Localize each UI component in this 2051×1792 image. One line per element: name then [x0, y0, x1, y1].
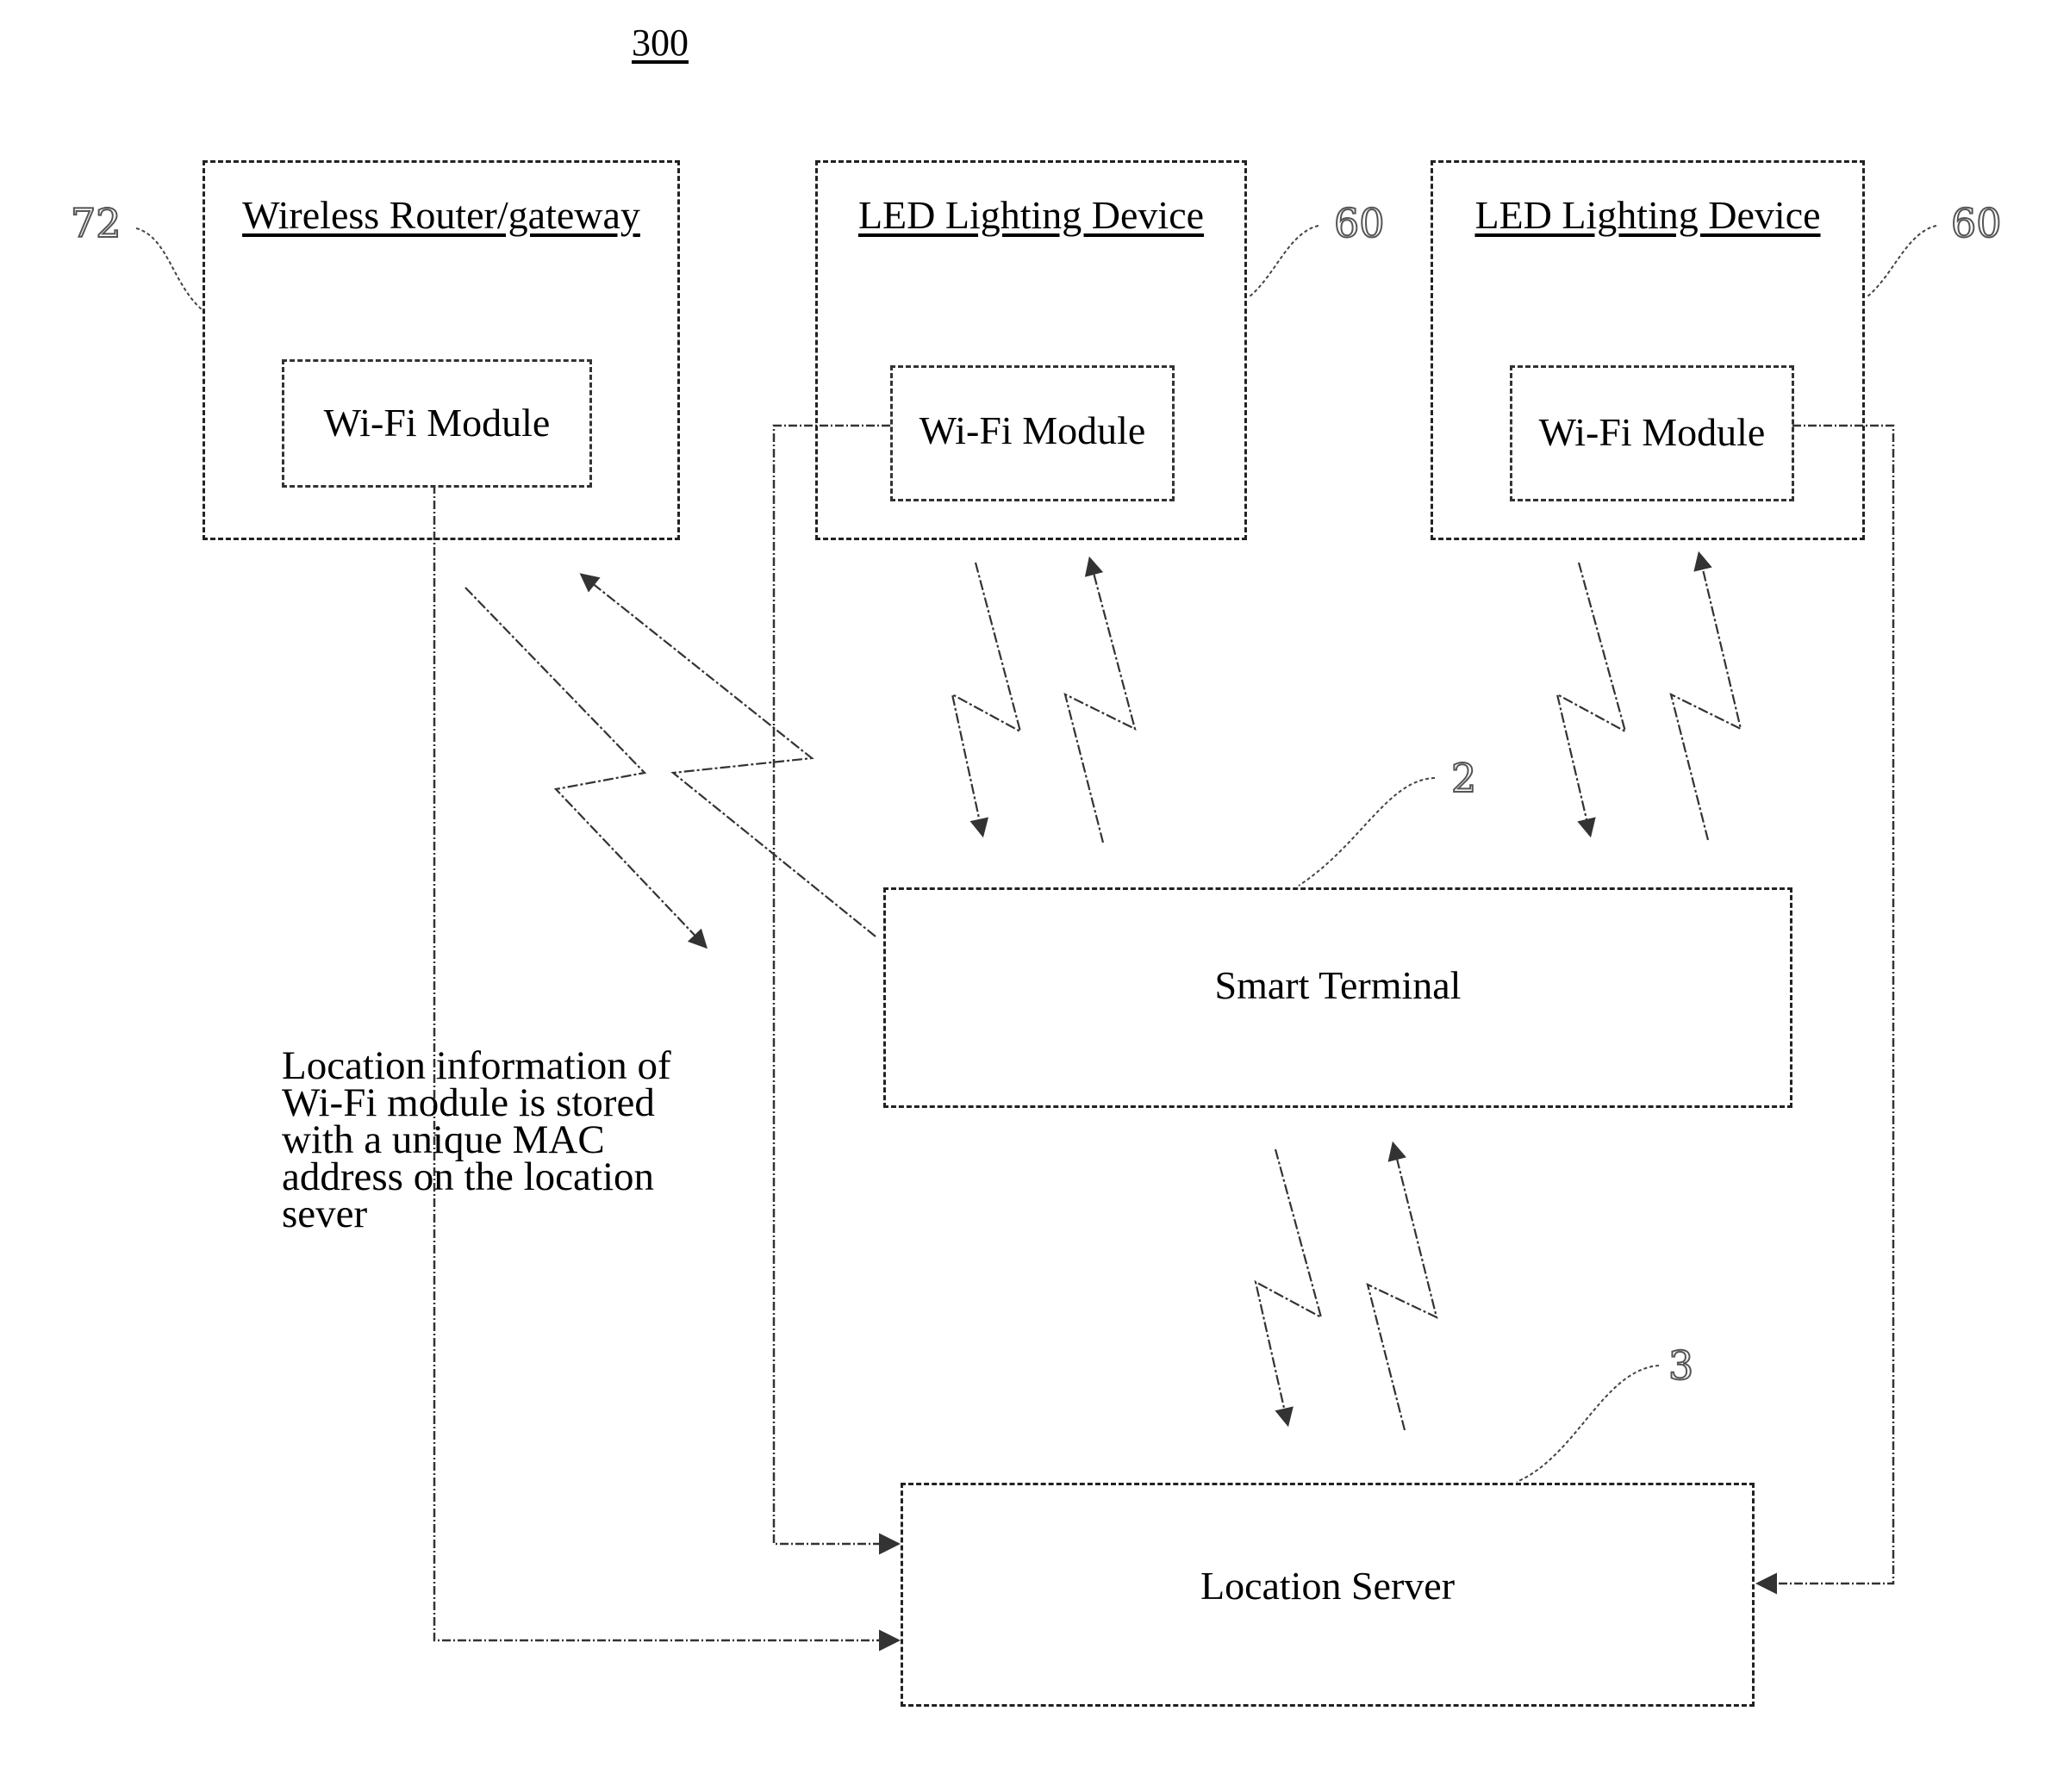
- wireless-router-title: Wireless Router/gateway: [242, 193, 640, 237]
- led-device-1-title: LED Lighting Device: [857, 193, 1205, 237]
- wireless-link-led2-up: [1669, 551, 1742, 841]
- leader-line-60-b: [1866, 225, 1937, 298]
- leader-line-60-a: [1248, 225, 1319, 298]
- led-lighting-device-box-1[interactable]: LED Lighting Device Wi-Fi Module: [815, 160, 1247, 540]
- led2-wifi-module-label: Wi-Fi Module: [1538, 410, 1766, 454]
- note-line: sever: [282, 1192, 368, 1236]
- ref-number-60-b: 60: [1950, 199, 2003, 247]
- wireless-link-led1-down: [951, 562, 1022, 838]
- ref-number-2: 2: [1450, 754, 1477, 802]
- wired-link-led1-server: [772, 424, 901, 1555]
- ref-number-60-a: 60: [1333, 199, 1386, 247]
- wireless-link-led1-up: [1063, 556, 1137, 843]
- ref-number-72: 72: [70, 199, 122, 247]
- location-server-box[interactable]: Location Server: [901, 1483, 1755, 1707]
- location-server-label: Location Server: [1200, 1564, 1456, 1608]
- led-device-2-title: LED Lighting Device: [1474, 193, 1821, 237]
- note-line: with a unique MAC: [282, 1117, 605, 1162]
- led1-wifi-module-box[interactable]: Wi-Fi Module: [890, 365, 1175, 501]
- note-line: Wi-Fi module is stored: [282, 1080, 655, 1125]
- smart-terminal-box[interactable]: Smart Terminal: [883, 887, 1792, 1108]
- smart-terminal-label: Smart Terminal: [1214, 963, 1462, 1007]
- note-line: Location information of: [282, 1043, 671, 1088]
- led2-wifi-module-box[interactable]: Wi-Fi Module: [1510, 365, 1794, 501]
- ref-number-3: 3: [1668, 1341, 1694, 1390]
- leader-line-2: [1298, 777, 1436, 887]
- leader-line-72: [135, 227, 203, 311]
- led-lighting-device-box-2[interactable]: LED Lighting Device Wi-Fi Module: [1431, 160, 1865, 540]
- wireless-link-terminal-down: [1254, 1148, 1323, 1428]
- led1-wifi-module-label: Wi-Fi Module: [919, 408, 1146, 452]
- wireless-link-router-down: [464, 587, 708, 949]
- wireless-router-box[interactable]: Wireless Router/gateway Wi-Fi Module: [203, 160, 680, 540]
- note-line: address on the location: [282, 1154, 655, 1199]
- leader-line-3: [1516, 1365, 1660, 1483]
- router-wifi-module-box[interactable]: Wi-Fi Module: [282, 359, 592, 488]
- wireless-link-terminal-up: [1366, 1141, 1438, 1431]
- wireless-link-led2-down: [1555, 562, 1627, 838]
- router-wifi-module-label: Wi-Fi Module: [323, 401, 551, 445]
- wireless-link-router-up: [579, 573, 876, 937]
- annotation-note: Location information of Wi-Fi module is …: [282, 1043, 747, 1236]
